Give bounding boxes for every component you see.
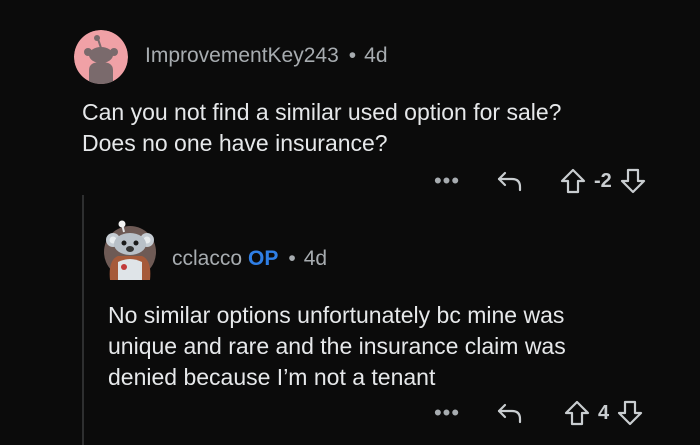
comment-meta: cclacco OP • 4d bbox=[172, 247, 327, 271]
avatar[interactable] bbox=[74, 30, 128, 84]
reply-icon[interactable] bbox=[496, 401, 524, 425]
username[interactable]: ImprovementKey243 bbox=[145, 44, 339, 67]
comment-age: 4d bbox=[364, 44, 388, 67]
comment-body-line: Does no one have insurance? bbox=[82, 130, 388, 156]
separator-dot: • bbox=[348, 44, 357, 67]
downvote-icon[interactable] bbox=[617, 400, 643, 426]
op-badge: OP bbox=[248, 247, 279, 270]
vote-score: -2 bbox=[594, 169, 612, 192]
comment-body-line: No similar options unfortunately bc mine… bbox=[108, 302, 565, 328]
more-options-icon[interactable]: ••• bbox=[434, 400, 459, 426]
upvote-icon[interactable] bbox=[564, 400, 590, 426]
separator-dot: • bbox=[288, 247, 296, 270]
snoo-avatar-icon bbox=[74, 30, 128, 84]
comment-body: No similar options unfortunately bc mine… bbox=[108, 300, 566, 393]
comment-body: Can you not find a similar used option f… bbox=[82, 97, 561, 159]
more-options-icon[interactable]: ••• bbox=[434, 168, 459, 194]
avatar[interactable] bbox=[104, 220, 156, 280]
comment-age: 4d bbox=[303, 247, 328, 270]
upvote-icon[interactable] bbox=[560, 168, 586, 194]
reply-icon[interactable] bbox=[496, 169, 524, 193]
downvote-icon[interactable] bbox=[620, 168, 646, 194]
comment-actions: ••• -2 bbox=[434, 166, 646, 196]
comment-body-line: unique and rare and the insurance claim … bbox=[108, 333, 566, 359]
username[interactable]: cclacco bbox=[172, 247, 242, 270]
thread-line bbox=[82, 195, 84, 445]
vote-score: 4 bbox=[598, 401, 610, 424]
comment-meta: ImprovementKey243 • 4d bbox=[145, 44, 388, 68]
comment-body-line: denied because I’m not a tenant bbox=[108, 364, 436, 390]
snoo-avatar-icon bbox=[104, 220, 156, 280]
comment-body-line: Can you not find a similar used option f… bbox=[82, 99, 562, 125]
comment-actions: ••• 4 bbox=[434, 398, 643, 428]
